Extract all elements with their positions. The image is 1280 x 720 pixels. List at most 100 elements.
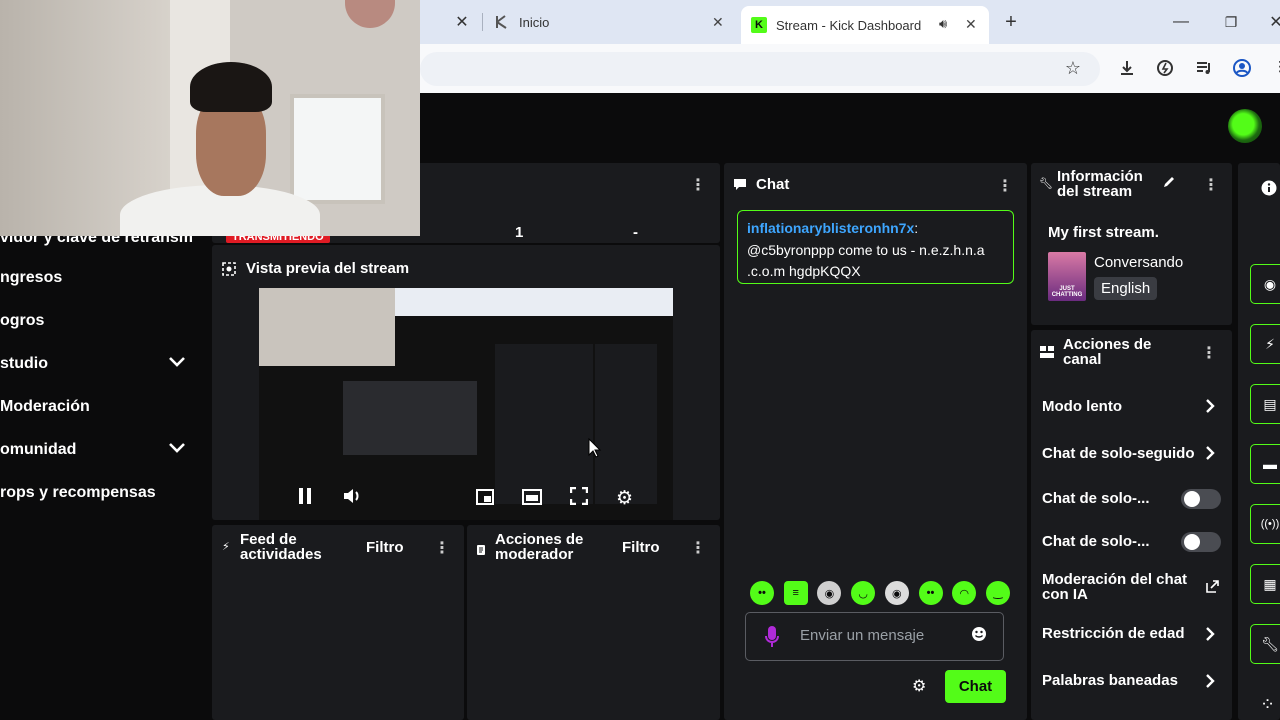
emote-icon[interactable]: ◉ bbox=[817, 581, 842, 605]
theater-mode-icon[interactable] bbox=[522, 489, 542, 510]
chat-send-button[interactable]: Chat bbox=[945, 670, 1006, 703]
emote-icon[interactable]: •• bbox=[918, 581, 943, 605]
more-options-icon[interactable]: ⋮ bbox=[1201, 343, 1217, 363]
category-thumbnail[interactable]: JUST CHATTING bbox=[1048, 252, 1086, 301]
chevron-right-icon[interactable] bbox=[1205, 626, 1215, 647]
emote-icon[interactable]: ≡ bbox=[783, 581, 808, 605]
pause-icon[interactable] bbox=[296, 487, 314, 510]
emote-icon[interactable]: ◡ bbox=[851, 581, 876, 605]
performance-icon[interactable] bbox=[1151, 54, 1179, 82]
channel-actions-shortcut-icon[interactable]: ▦ bbox=[1250, 564, 1280, 604]
more-options-icon[interactable]: ⋮ bbox=[1203, 175, 1219, 195]
wrench-shortcut-icon[interactable]: 🔧︎ bbox=[1250, 624, 1280, 664]
info-icon[interactable] bbox=[1261, 180, 1277, 201]
filter-button[interactable]: Filtro bbox=[366, 539, 404, 556]
subscribers-only-toggle[interactable] bbox=[1181, 489, 1221, 509]
profile-icon[interactable] bbox=[1228, 54, 1256, 82]
apps-icon[interactable]: ⁘ bbox=[1260, 694, 1275, 715]
preview-nested bbox=[343, 381, 477, 455]
preview-icon bbox=[222, 261, 236, 276]
minimize-icon[interactable]: — bbox=[1167, 8, 1195, 36]
chat-message[interactable]: inflationaryblisteronhn7x: @c5byronppp c… bbox=[737, 210, 1014, 284]
chat-settings-gear-icon[interactable]: ⚙ bbox=[912, 676, 926, 696]
sidebar-item-moderacion[interactable]: Moderación bbox=[0, 398, 90, 416]
speaker-icon[interactable]: 🔊︎ bbox=[939, 16, 947, 32]
emote-bar: •• ≡ ◉ ◡ ◉ •• ◠ ‿ bbox=[750, 581, 1010, 607]
emote-icon[interactable]: ◠ bbox=[952, 581, 977, 605]
emoji-icon[interactable] bbox=[971, 626, 987, 647]
sidebar-item-logros[interactable]: ogros bbox=[0, 312, 44, 330]
more-options-icon[interactable]: ⋮ bbox=[690, 538, 706, 558]
external-link-icon[interactable] bbox=[1206, 580, 1219, 598]
user-avatar[interactable] bbox=[1228, 109, 1262, 143]
preview-video[interactable] bbox=[259, 288, 673, 520]
chat-input[interactable]: Enviar un mensaje bbox=[745, 612, 1004, 661]
pip-icon[interactable] bbox=[476, 489, 494, 510]
chat-text: .c.o.m hgdpKQQX bbox=[747, 263, 861, 279]
bookmark-star-icon[interactable]: ☆ bbox=[1059, 54, 1087, 82]
panel-title: Información del stream bbox=[1057, 169, 1143, 199]
emotes-only-label: Chat de solo-... bbox=[1042, 533, 1150, 550]
subscribers-only-label: Chat de solo-... bbox=[1042, 490, 1150, 507]
sidebar-item-estudio[interactable]: studio bbox=[0, 355, 48, 373]
panel-header: Vista previa del stream bbox=[222, 260, 409, 277]
lightning-shortcut-icon[interactable]: ⚡︎ bbox=[1250, 324, 1280, 364]
download-icon[interactable] bbox=[1113, 54, 1141, 82]
age-restriction-label[interactable]: Restricción de edad bbox=[1042, 625, 1185, 642]
banned-words-label[interactable]: Palabras baneadas bbox=[1042, 672, 1178, 689]
slow-mode-label[interactable]: Modo lento bbox=[1042, 398, 1122, 415]
panel-title: Acciones de moderador bbox=[495, 532, 583, 562]
more-options-icon[interactable]: ⋮ bbox=[997, 176, 1013, 196]
broadcast-shortcut-icon[interactable]: ((•)) bbox=[1250, 504, 1280, 544]
channel-actions-icon bbox=[1040, 345, 1054, 363]
ai-moderation-label[interactable]: Moderación del chat con IA bbox=[1042, 572, 1187, 602]
chevron-down-icon[interactable] bbox=[168, 438, 186, 461]
filter-button[interactable]: Filtro bbox=[622, 539, 660, 556]
document-shortcut-icon[interactable]: ▤ bbox=[1250, 384, 1280, 424]
emotes-only-toggle[interactable] bbox=[1181, 532, 1221, 552]
chat-shortcut-icon[interactable]: ▬ bbox=[1250, 444, 1280, 484]
stream-info-panel: 🔧︎ Información del stream ⋮ My first str… bbox=[1031, 163, 1232, 325]
chat-username[interactable]: inflationaryblisteronhn7x bbox=[747, 220, 914, 236]
edit-pencil-icon[interactable] bbox=[1162, 175, 1176, 194]
media-control-icon[interactable] bbox=[1190, 54, 1218, 82]
emote-icon[interactable]: ‿ bbox=[985, 581, 1010, 605]
more-options-icon[interactable]: ⋮ bbox=[690, 175, 706, 195]
channel-actions-panel: Acciones de canal ⋮ Modo lento Chat de s… bbox=[1031, 330, 1232, 720]
close-window-icon[interactable]: ✕ bbox=[1262, 8, 1280, 36]
tab-stream-dashboard[interactable]: K Stream - Kick Dashboard 🔊︎ ✕ bbox=[741, 6, 989, 44]
sidebar-item-comunidad[interactable]: omunidad bbox=[0, 441, 76, 459]
category-name[interactable]: Conversando bbox=[1094, 254, 1183, 271]
sidebar-item-drops[interactable]: rops y recompensas bbox=[0, 484, 156, 502]
emote-icon[interactable]: ◉ bbox=[884, 581, 909, 605]
stat-value: - bbox=[633, 224, 638, 241]
close-tab-icon[interactable]: ✕ bbox=[712, 14, 724, 31]
preview-shortcut-icon[interactable]: ◉ bbox=[1250, 264, 1280, 304]
settings-gear-icon[interactable]: ⚙ bbox=[616, 487, 633, 510]
chevron-down-icon[interactable] bbox=[168, 352, 186, 375]
panel-title-line: moderador bbox=[495, 546, 574, 563]
chat-panel: Chat ⋮ inflationaryblisteronhn7x: @c5byr… bbox=[724, 163, 1027, 720]
tab-divider bbox=[482, 13, 483, 31]
fullscreen-icon[interactable] bbox=[569, 486, 589, 510]
sidebar-item-ingresos[interactable]: ngresos bbox=[0, 269, 62, 287]
close-tab-1-icon[interactable]: ✕ bbox=[448, 8, 476, 36]
panel-title-line: Acciones de bbox=[1063, 336, 1152, 353]
volume-icon[interactable] bbox=[342, 487, 362, 510]
restore-icon[interactable]: ❐ bbox=[1217, 8, 1245, 36]
microphone-icon[interactable] bbox=[765, 626, 779, 653]
emote-icon[interactable]: •• bbox=[750, 581, 774, 605]
preview-chat bbox=[495, 344, 593, 504]
more-options-icon[interactable]: ⋮ bbox=[434, 538, 450, 558]
close-tab-icon[interactable]: ✕ bbox=[965, 16, 977, 33]
tab-inicio[interactable]: Inicio ✕ bbox=[494, 6, 734, 38]
chevron-right-icon[interactable] bbox=[1205, 445, 1215, 466]
menu-icon[interactable]: ⋮ bbox=[1273, 58, 1280, 75]
address-field[interactable] bbox=[420, 52, 1100, 86]
chevron-right-icon[interactable] bbox=[1205, 673, 1215, 694]
preview-browser bbox=[395, 288, 673, 316]
chevron-right-icon[interactable] bbox=[1205, 398, 1215, 419]
followers-only-label[interactable]: Chat de solo-seguido bbox=[1042, 445, 1202, 462]
new-tab-button[interactable]: + bbox=[997, 8, 1025, 36]
panel-title-line: actividades bbox=[240, 546, 322, 563]
